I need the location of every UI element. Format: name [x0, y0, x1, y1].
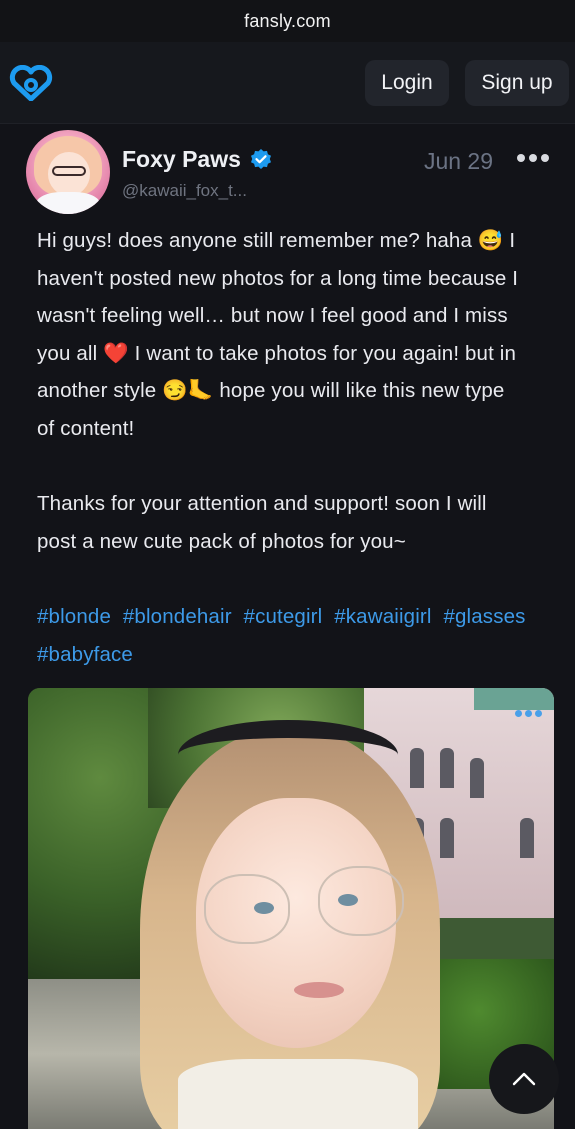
hashtag-link[interactable]: #blonde — [37, 605, 111, 628]
header-actions: Login Sign up — [365, 59, 569, 106]
verified-badge-icon — [249, 148, 273, 172]
more-options-icon[interactable] — [517, 154, 549, 162]
hashtag-link[interactable]: #kawaiigirl — [334, 605, 431, 628]
browser-url: fansly.com — [244, 10, 331, 31]
post-date[interactable]: Jun 29 — [424, 148, 493, 175]
post-text-line: you all ❤️ I want to take photos for you… — [37, 341, 517, 365]
browser-address-bar[interactable]: fansly.com — [0, 0, 575, 42]
post-text-line: wasn't feeling well… but now I feel good… — [37, 304, 508, 328]
hashtag-link[interactable]: #glasses — [443, 605, 525, 628]
hashtag-list: #blonde #blondehair #cutegirl #kawaiigir… — [37, 598, 555, 636]
hashtag-link[interactable]: #cutegirl — [244, 605, 323, 628]
post-text: Hi guys! does anyone still remember me? … — [37, 222, 555, 673]
hashtag-link[interactable]: #blondehair — [123, 605, 232, 628]
fansly-heart-logo-icon[interactable] — [8, 60, 54, 106]
post-media-image[interactable] — [28, 688, 554, 1129]
post-text-line: haven't posted new photos for a long tim… — [37, 266, 519, 290]
post-text-line: of content! — [37, 416, 135, 440]
post-text-line: another style 😏🦶 hope you will like this… — [37, 379, 505, 403]
author-display-name[interactable]: Foxy Paws — [122, 146, 241, 173]
author-info: Foxy Paws @kawaii_fox_t... — [122, 146, 273, 201]
post-header: Foxy Paws @kawaii_fox_t... Jun 29 — [26, 130, 549, 214]
chevron-up-icon[interactable] — [489, 1044, 559, 1114]
hashtag-list: #babyface — [37, 636, 555, 674]
hashtag-link[interactable]: #babyface — [37, 643, 133, 666]
avatar[interactable] — [26, 130, 110, 214]
login-button[interactable]: Login — [365, 59, 449, 106]
post-text-line: Thanks for your attention and support! s… — [37, 492, 487, 516]
post-card: Foxy Paws @kawaii_fox_t... Jun 29 Hi guy… — [0, 124, 575, 1129]
signup-button[interactable]: Sign up — [465, 59, 569, 106]
author-handle[interactable]: @kawaii_fox_t... — [122, 181, 273, 201]
post-text-line: Hi guys! does anyone still remember me? … — [37, 229, 516, 252]
app-header: Login Sign up — [0, 42, 575, 124]
media-more-icon[interactable] — [515, 710, 542, 717]
post-text-line: post a new cute pack of photos for you~ — [37, 529, 406, 553]
